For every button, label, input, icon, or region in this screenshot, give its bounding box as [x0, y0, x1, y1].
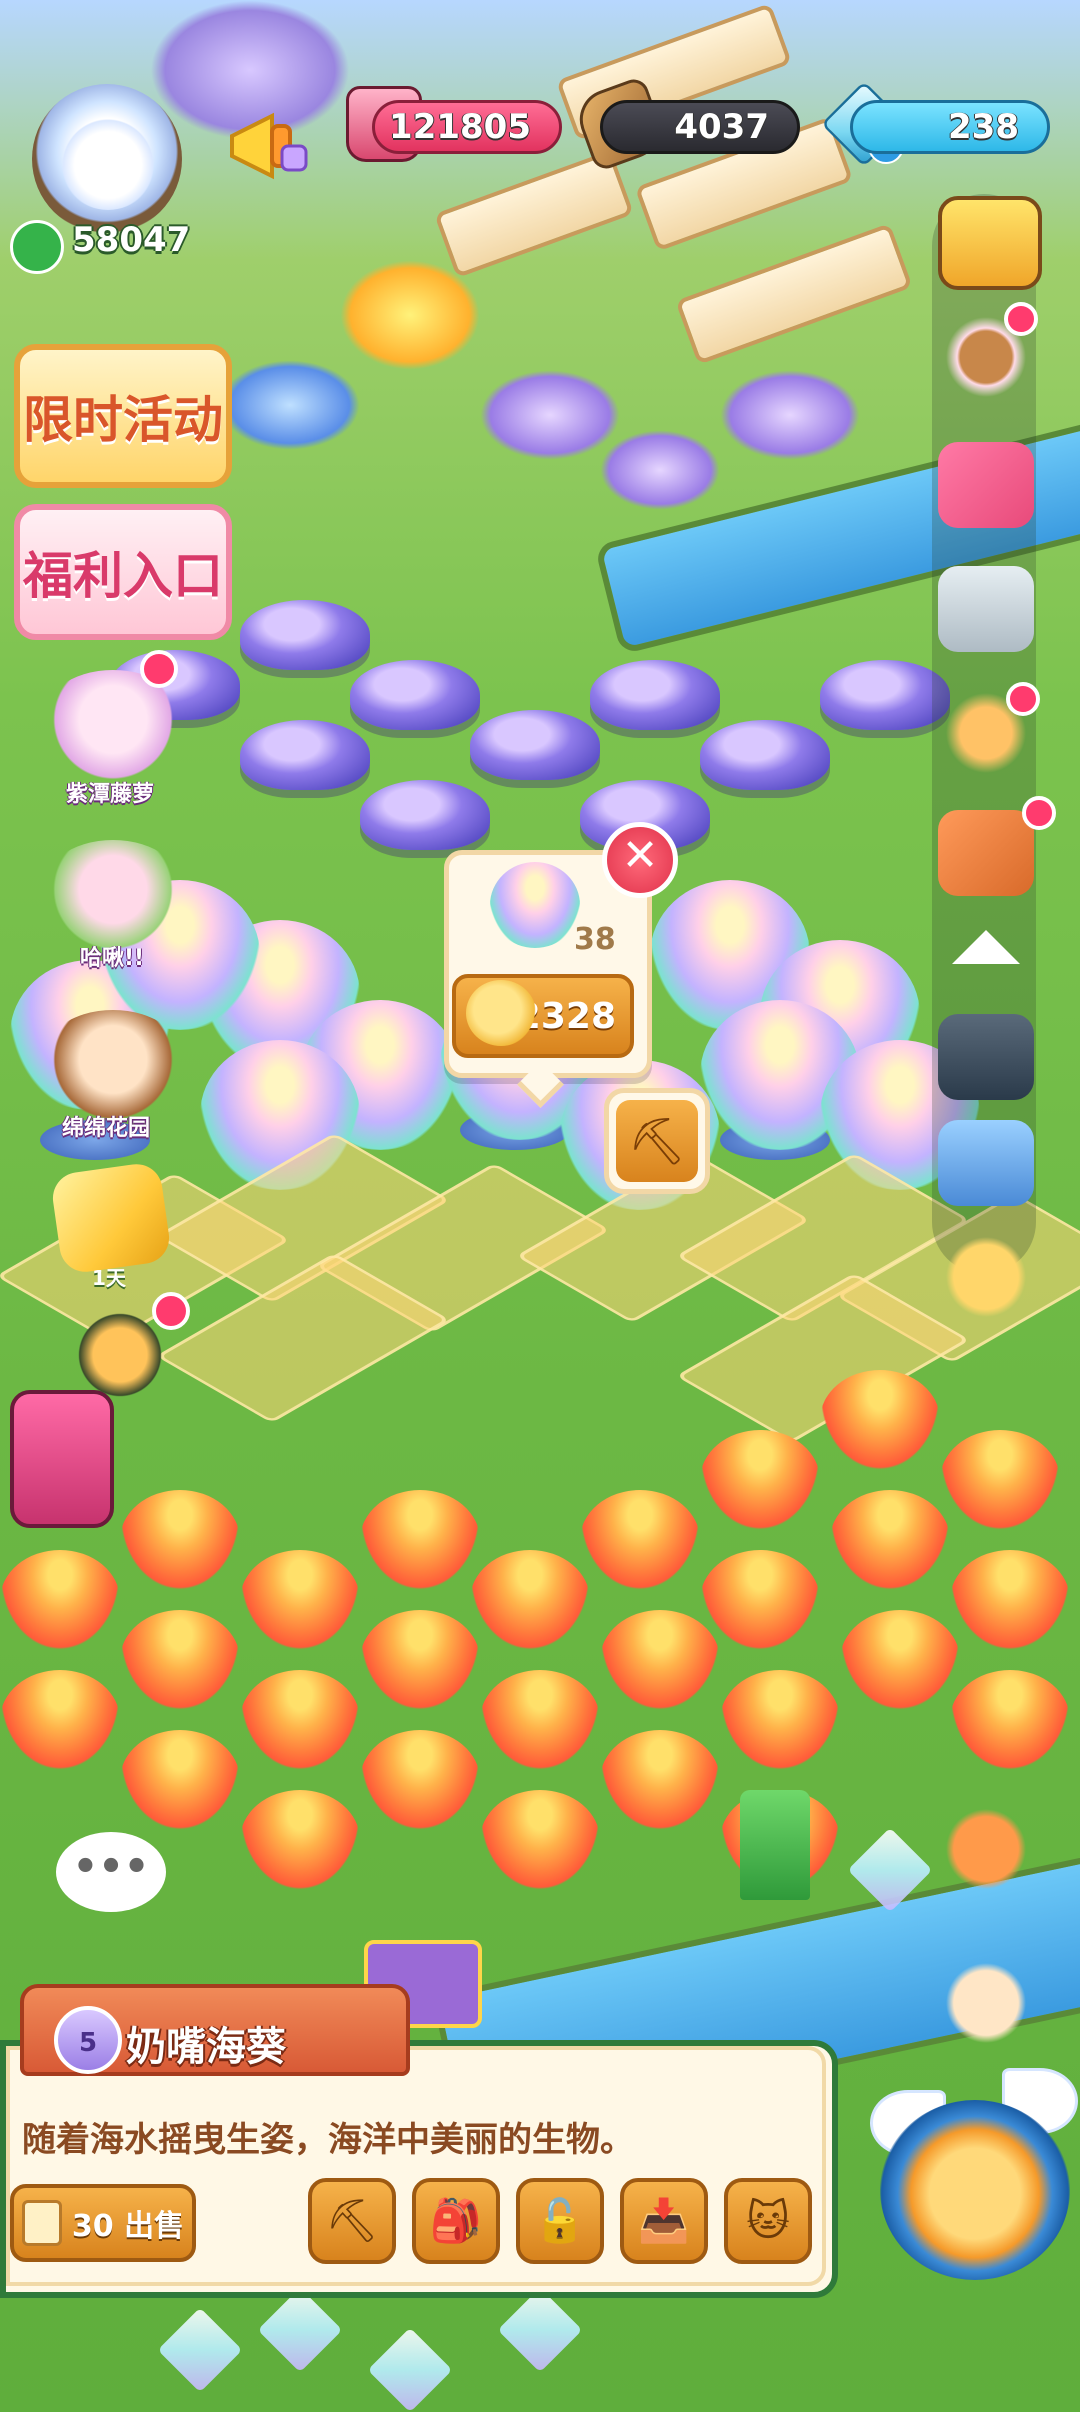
crop-coral[interactable]: [0, 1550, 120, 1650]
purple-flower-bed: [600, 430, 720, 510]
sell-label: 30 出售: [71, 2209, 185, 2244]
friends-chicks-icon[interactable]: [938, 1806, 1034, 1892]
card-pack-icon[interactable]: [70, 1310, 170, 1400]
notification-dot: [1022, 796, 1056, 830]
speaker-icon[interactable]: [938, 566, 1034, 652]
storage-action-button[interactable]: 📥: [620, 2178, 708, 2264]
crop-coral[interactable]: [700, 1550, 820, 1650]
gem-resource-counter[interactable]: 238: [850, 100, 1050, 154]
crop-coral[interactable]: [360, 1610, 480, 1710]
chick-assistant-button[interactable]: [880, 2100, 1070, 2280]
crop-lavender[interactable]: [470, 710, 600, 780]
storage-icon: 📥: [637, 2196, 691, 2245]
crop-coral[interactable]: [950, 1670, 1070, 1770]
bunny-avatar-icon: [58, 110, 158, 210]
crop-coral[interactable]: [830, 1490, 950, 1590]
crop-lavender[interactable]: [590, 660, 720, 730]
backpack-action-button[interactable]: 🎒: [412, 2178, 500, 2264]
crop-lavender[interactable]: [350, 660, 480, 730]
npc-label: 绵绵花园: [62, 1116, 151, 1141]
wood-resource-value: 4037: [674, 107, 769, 147]
npc-portrait-girls[interactable]: [38, 1010, 188, 1120]
crop-coral[interactable]: [580, 1490, 700, 1590]
pink-machine[interactable]: [10, 1390, 114, 1528]
jar-resource-counter[interactable]: 121805: [372, 100, 562, 154]
crop-lavender[interactable]: [240, 600, 370, 670]
yellow-flower-bed: [340, 260, 480, 370]
cat-icon: 🐱: [746, 2196, 790, 2245]
megaphone-icon[interactable]: [222, 106, 312, 186]
crop-coral[interactable]: [120, 1730, 240, 1830]
phone-swap-icon[interactable]: [938, 1120, 1034, 1206]
crop-coral[interactable]: [360, 1730, 480, 1830]
crop-coral[interactable]: [700, 1430, 820, 1530]
item-count: 38: [574, 922, 616, 957]
crop-coral[interactable]: [840, 1610, 960, 1710]
notification-dot: [152, 1292, 190, 1330]
notes-icon[interactable]: [938, 1960, 1034, 2046]
crop-coral[interactable]: [240, 1550, 360, 1650]
collapse-arrow-icon[interactable]: [952, 930, 1020, 964]
jar-resource-value: 121805: [389, 107, 531, 147]
crop-lavender[interactable]: [700, 720, 830, 790]
shovel-icon: ⛏: [325, 2196, 379, 2245]
gem-resource-value: 238: [948, 107, 1019, 147]
limited-event-button[interactable]: 限时活动: [14, 344, 232, 488]
welfare-entry-button[interactable]: 福利入口: [14, 504, 232, 640]
crop-coral[interactable]: [720, 1670, 840, 1770]
clover-icon: [10, 220, 64, 274]
camera-icon[interactable]: [938, 1014, 1034, 1100]
close-popup-button[interactable]: ✕: [602, 822, 678, 898]
collection-book-icon[interactable]: [938, 442, 1034, 528]
gold-ticket-icon[interactable]: [49, 1160, 173, 1276]
shovel-icon: ⛏: [616, 1100, 698, 1182]
crop-coral[interactable]: [240, 1670, 360, 1770]
shop-stall-icon[interactable]: [938, 196, 1042, 290]
npc-label: 哈啾!!: [80, 946, 145, 971]
crop-lavender[interactable]: [820, 660, 950, 730]
notification-dot: [140, 650, 178, 688]
npc-label: 紫潭藤萝: [66, 782, 155, 807]
purple-flower-bed: [720, 370, 860, 460]
blue-flower-bed: [220, 360, 360, 450]
crop-lavender[interactable]: [360, 780, 490, 850]
purple-flower-bed: [480, 370, 620, 460]
coin-stack-icon: [21, 2200, 62, 2246]
shovel-action-button[interactable]: ⛏: [308, 2178, 396, 2264]
crop-coral[interactable]: [0, 1670, 120, 1770]
chair-decoration[interactable]: [740, 1790, 810, 1900]
crop-coral[interactable]: [480, 1790, 600, 1890]
crop-coral[interactable]: [820, 1370, 940, 1470]
chick-vacuum-icon: [466, 980, 536, 1046]
unlock-action-button[interactable]: 🔓: [516, 2178, 604, 2264]
crop-coral[interactable]: [600, 1610, 720, 1710]
item-name: 奶嘴海葵: [126, 2023, 286, 2070]
crop-coral[interactable]: [120, 1490, 240, 1590]
crop-coral[interactable]: [360, 1490, 480, 1590]
item-level-badge: 5: [54, 2006, 122, 2074]
crop-coral[interactable]: [600, 1730, 720, 1830]
recipe-book-icon[interactable]: [938, 810, 1034, 896]
item-description: 随着海水摇曳生姿，海洋中美丽的生物。: [22, 2120, 634, 2160]
wood-resource-counter[interactable]: 4037: [600, 100, 800, 154]
ticket-timer: 1天: [92, 1266, 126, 1290]
crop-coral[interactable]: [480, 1670, 600, 1770]
unlock-icon: 🔓: [533, 2196, 587, 2245]
crop-coral[interactable]: [120, 1610, 240, 1710]
player-score: 58047: [72, 220, 191, 260]
crop-coral[interactable]: [470, 1550, 590, 1650]
anemone-thumbnail-icon: [490, 862, 580, 948]
crop-coral[interactable]: [240, 1790, 360, 1890]
npc-portrait-owl[interactable]: [38, 840, 188, 950]
backpack-icon: 🎒: [429, 2196, 483, 2245]
chick-bag-icon[interactable]: [938, 1234, 1034, 1320]
crop-coral[interactable]: [950, 1550, 1070, 1650]
notification-dot: [1006, 682, 1040, 716]
sell-button[interactable]: 30 出售: [10, 2184, 196, 2262]
chat-bubble-button[interactable]: •••: [56, 1832, 166, 1912]
crop-lavender[interactable]: [240, 720, 370, 790]
notification-dot: [1004, 302, 1038, 336]
cat-action-button[interactable]: 🐱: [724, 2178, 812, 2264]
crop-coral[interactable]: [940, 1430, 1060, 1530]
